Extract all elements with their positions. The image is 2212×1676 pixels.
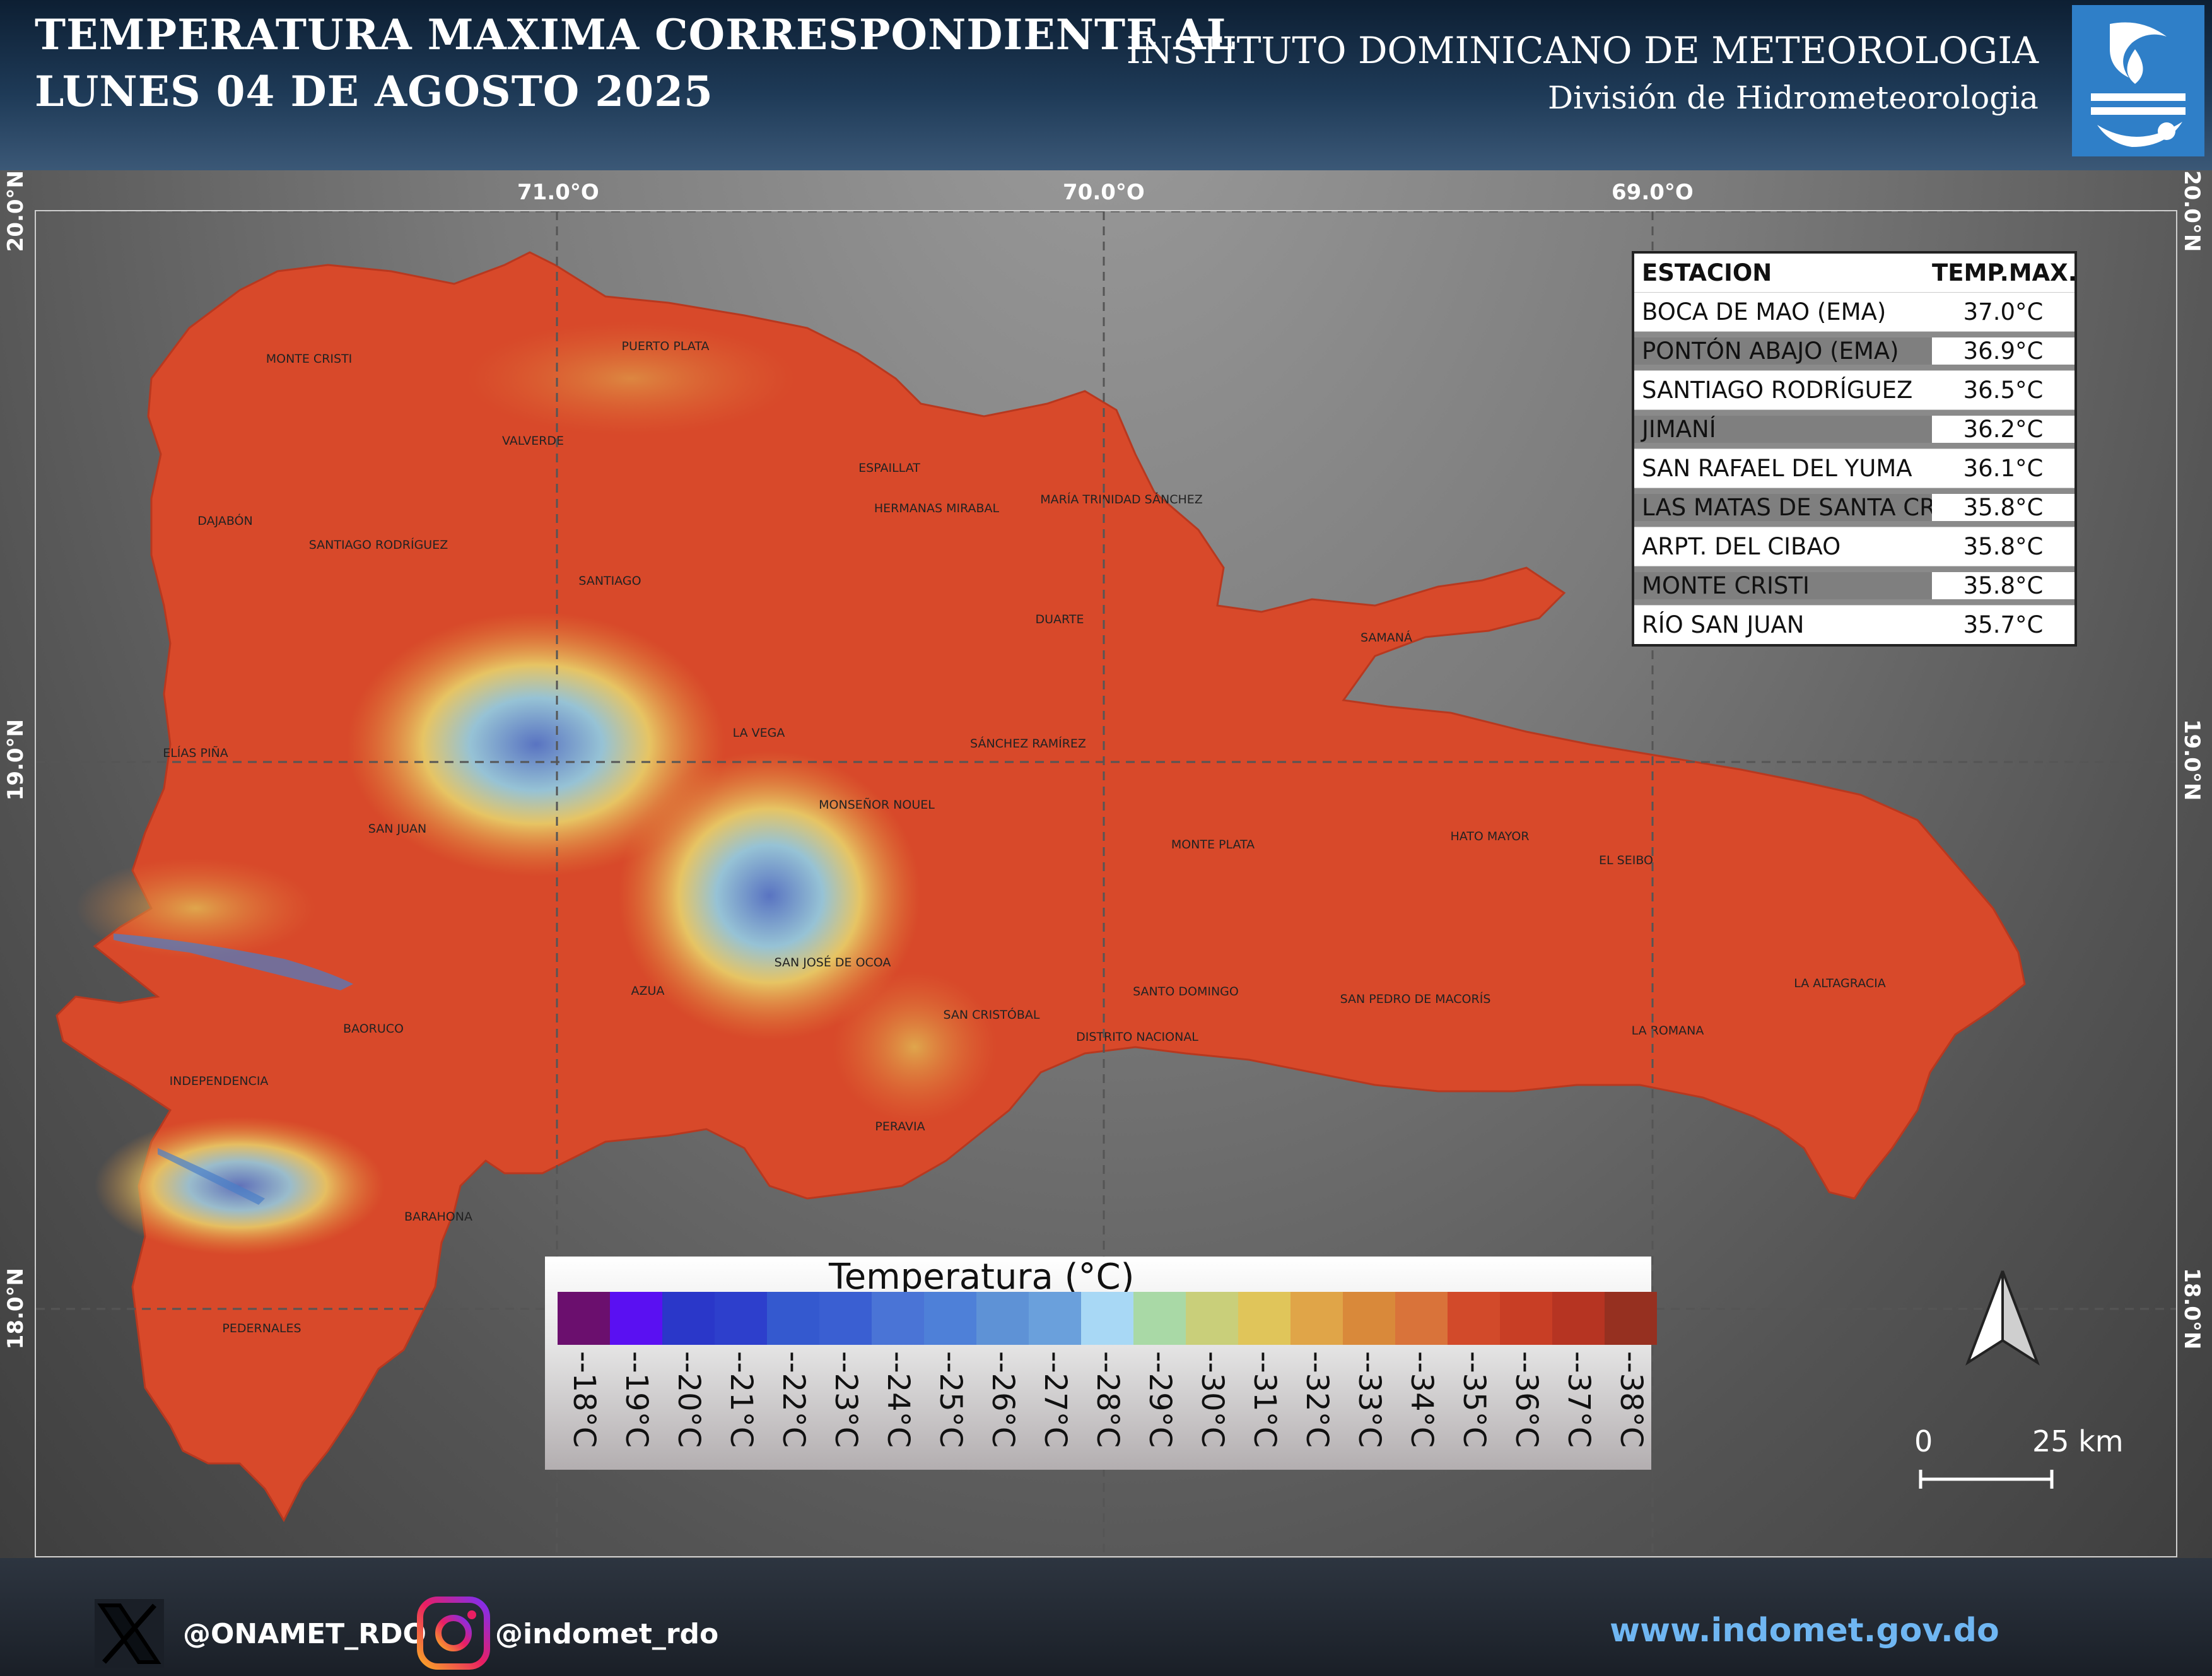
legend-label: --27°C — [1038, 1351, 1073, 1448]
station-temp: 35.8°C — [1963, 533, 2044, 560]
station-temp: 37.0°C — [1963, 298, 2044, 325]
table-row: SANTIAGO RODRÍGUEZ 36.5°C — [1634, 371, 2074, 410]
footer-bar: @ONAMET_RDO @indomet_rdo www.indomet.gov… — [0, 1558, 2212, 1676]
table-row: SAN RAFAEL DEL YUMA 36.1°C — [1634, 449, 2074, 488]
legend-swatch — [872, 1292, 924, 1345]
legend-swatch — [1448, 1292, 1500, 1345]
website-link[interactable]: www.indomet.gov.do — [1610, 1612, 1999, 1650]
station-temp: 36.5°C — [1963, 377, 2044, 404]
lat-label-right-20: 20.0°N — [2179, 170, 2204, 252]
legend-label: --30°C — [1195, 1351, 1230, 1448]
legend-label: --25°C — [933, 1351, 968, 1448]
station-name: SANTIAGO RODRÍGUEZ — [1642, 377, 1913, 404]
lon-label-top-70: 70.0°O — [1063, 180, 1145, 205]
legend-label: --32°C — [1299, 1351, 1335, 1448]
legend-swatch — [819, 1292, 872, 1345]
station-name: SAN RAFAEL DEL YUMA — [1642, 455, 1912, 482]
legend-swatch — [1290, 1292, 1343, 1345]
table-row: JIMANÍ 36.2°C — [1634, 410, 2074, 449]
station-name: RÍO SAN JUAN — [1642, 611, 1805, 638]
lon-label-top-69: 69.0°O — [1612, 180, 1694, 205]
station-name: MONTE CRISTI — [1634, 572, 1932, 599]
table-row: PONTÓN ABAJO (EMA) 36.9°C — [1634, 332, 2074, 371]
legend-label: --22°C — [776, 1351, 811, 1448]
station-table: ESTACION TEMP.MAX. BOCA DE MAO (EMA) 37.0… — [1632, 251, 2077, 647]
legend-swatches — [558, 1292, 1657, 1345]
legend-swatch — [767, 1292, 819, 1345]
legend-swatch — [1081, 1292, 1133, 1345]
legend-swatch — [924, 1292, 976, 1345]
legend-labels: --18°C --19°C --20°C --21°C --22°C --23°C --24… — [558, 1351, 1657, 1465]
station-temp: 35.8°C — [1932, 572, 2074, 599]
scale-distance: 25 km — [2032, 1424, 2124, 1458]
legend-swatch — [1605, 1292, 1657, 1345]
x-twitter-icon[interactable] — [95, 1599, 164, 1668]
legend-label: --24°C — [881, 1351, 916, 1448]
legend-label: --35°C — [1456, 1351, 1492, 1448]
legend-swatch — [1133, 1292, 1186, 1345]
legend-swatch — [558, 1292, 610, 1345]
legend-swatch — [610, 1292, 662, 1345]
lat-label-left-18: 18.0°N — [3, 1268, 28, 1350]
legend-swatch — [1238, 1292, 1290, 1345]
station-name: ARPT. DEL CIBAO — [1642, 533, 1841, 560]
table-row: RÍO SAN JUAN 35.7°C — [1634, 606, 2074, 644]
lat-label-left-20: 20.0°N — [3, 170, 28, 252]
north-arrow-icon — [1965, 1270, 2040, 1366]
legend-swatch — [715, 1292, 767, 1345]
legend-label: --21°C — [723, 1351, 759, 1448]
legend-swatch — [662, 1292, 715, 1345]
station-temp: 36.1°C — [1963, 455, 2044, 482]
legend-swatch — [1186, 1292, 1238, 1345]
legend-swatch — [1395, 1292, 1448, 1345]
station-name: BOCA DE MAO (EMA) — [1642, 298, 1887, 325]
lat-label-right-18: 18.0°N — [2179, 1268, 2204, 1350]
station-temp: 35.7°C — [1963, 611, 2044, 638]
header-station: ESTACION — [1642, 259, 1772, 286]
legend-swatch — [1500, 1292, 1552, 1345]
legend-label: --33°C — [1352, 1351, 1387, 1448]
station-name: LAS MATAS DE SANTA CRUZ — [1634, 494, 1932, 521]
legend-label: --26°C — [985, 1351, 1021, 1448]
legend-label: --19°C — [619, 1351, 654, 1448]
station-temp: 36.2°C — [1932, 416, 2074, 443]
header-temp: TEMP.MAX. — [1932, 259, 2077, 286]
legend-label: --36°C — [1509, 1351, 1544, 1448]
station-name: JIMANÍ — [1634, 416, 1932, 443]
scale-zero: 0 — [1914, 1424, 1933, 1458]
legend-swatch — [976, 1292, 1029, 1345]
table-row: LAS MATAS DE SANTA CRUZ35.8°C — [1634, 488, 2074, 527]
legend-label: --31°C — [1247, 1351, 1282, 1448]
table-row: ARPT. DEL CIBAO 35.8°C — [1634, 527, 2074, 566]
station-temp: 36.9°C — [1932, 337, 2074, 365]
instagram-handle[interactable]: @indomet_rdo — [495, 1618, 718, 1650]
station-temp: 35.8°C — [1932, 494, 2074, 521]
legend-label: --38°C — [1613, 1351, 1649, 1448]
lat-label-left-19: 19.0°N — [3, 719, 28, 801]
legend-label: --20°C — [671, 1351, 706, 1448]
legend-label: --18°C — [566, 1351, 602, 1448]
lat-label-right-19: 19.0°N — [2179, 719, 2204, 801]
legend-label: --28°C — [1090, 1351, 1125, 1448]
legend-label: --37°C — [1561, 1351, 1596, 1448]
legend-label: --23°C — [828, 1351, 863, 1448]
table-row: BOCA DE MAO (EMA) 37.0°C — [1634, 293, 2074, 332]
lon-label-top-71: 71.0°O — [517, 180, 599, 205]
station-name: PONTÓN ABAJO (EMA) — [1634, 337, 1932, 365]
legend-swatch — [1552, 1292, 1605, 1345]
legend-label: --34°C — [1404, 1351, 1439, 1448]
legend-label: --29°C — [1142, 1351, 1178, 1448]
table-row: MONTE CRISTI 35.8°C — [1634, 566, 2074, 606]
legend-swatch — [1343, 1292, 1395, 1345]
twitter-handle[interactable]: @ONAMET_RDO — [183, 1618, 426, 1650]
table-header: ESTACION TEMP.MAX. — [1634, 254, 2077, 293]
instagram-icon[interactable] — [416, 1596, 491, 1670]
legend-swatch — [1029, 1292, 1081, 1345]
scale-bar — [1919, 1470, 2054, 1489]
temperature-legend: Temperatura (°C) --18°C --19°C --20°C --21°… — [545, 1257, 1657, 1470]
